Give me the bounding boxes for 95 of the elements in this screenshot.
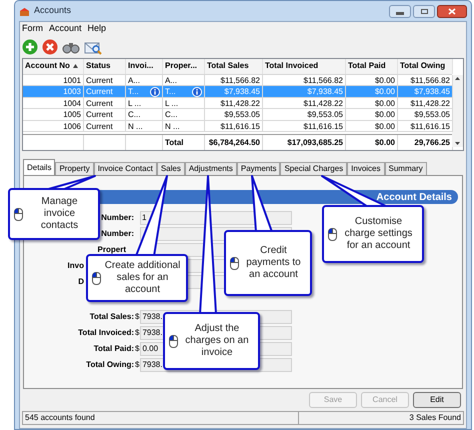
- callout-text: Adjust the charges on an invoice: [184, 323, 250, 359]
- menu-item[interactable]: Account: [49, 22, 82, 36]
- table-cell: N ...: [163, 120, 205, 132]
- field-label: Propert: [98, 244, 126, 256]
- column-header[interactable]: Account No: [23, 59, 84, 74]
- table-cell: L ...: [126, 98, 163, 110]
- info-icon[interactable]: [192, 87, 202, 98]
- column-header[interactable]: Status: [84, 59, 126, 74]
- table-row[interactable]: 1004 Current L ... L ... $11,428.22 $11,428.22 $0.00 $11,428.22: [23, 98, 452, 110]
- table-cell: $11,428.22: [263, 98, 346, 110]
- field-label: Number:: [101, 212, 134, 224]
- sort-ascending-icon: [72, 64, 78, 68]
- info-icon[interactable]: [150, 87, 160, 98]
- table-cell: Current: [84, 86, 126, 98]
- column-header[interactable]: Total Sales: [205, 59, 263, 74]
- field-label: Total Sales:: [90, 311, 134, 323]
- table-cell: Current: [84, 120, 126, 132]
- tab[interactable]: Details: [23, 159, 56, 175]
- table-cell: 1005: [23, 109, 84, 121]
- table-cell: 1006: [23, 120, 84, 132]
- menu-item[interactable]: Help: [88, 22, 106, 36]
- maximize-button[interactable]: [413, 4, 435, 18]
- total-cell: Total: [163, 135, 205, 150]
- status-text: 545 accounts found: [23, 412, 299, 424]
- table-cell: 1003: [23, 86, 84, 98]
- callout-text: Customise charge settings for an account: [344, 216, 414, 252]
- table-cell: $7,938.45: [205, 86, 263, 98]
- table-cell: $7,938.45: [263, 86, 346, 98]
- total-cell: $17,093,685.25: [263, 135, 346, 150]
- tab[interactable]: Property: [55, 162, 94, 175]
- table-cell: C...: [163, 109, 205, 121]
- status-text: 3 Sales Found: [408, 412, 462, 424]
- table-cell: $0.00: [346, 86, 398, 98]
- table-cell: $9,553.05: [263, 109, 346, 121]
- tab[interactable]: Invoice Contact: [94, 162, 157, 175]
- table-cell: $0.00: [346, 120, 398, 132]
- mouse-icon: [328, 228, 337, 240]
- column-header[interactable]: Invoi...: [126, 59, 163, 74]
- field-label: Total Owing:: [86, 359, 134, 371]
- table-cell: 1004: [23, 98, 84, 110]
- table-cell: $9,553.05: [205, 109, 263, 121]
- table-cell: T...: [163, 86, 205, 98]
- field-label: D: [78, 276, 84, 288]
- table-cell: $11,616.15: [263, 120, 346, 132]
- close-button[interactable]: [437, 4, 467, 18]
- scroll-down-icon[interactable]: [455, 142, 460, 145]
- callout-text: Create additional sales for an account: [104, 260, 182, 296]
- window-title: Accounts: [34, 4, 72, 18]
- field-label: Invo: [68, 260, 84, 272]
- table-cell: N ...: [126, 120, 163, 132]
- mouse-icon: [230, 256, 239, 270]
- table-cell: $0.00: [346, 109, 398, 121]
- currency-sign: $: [135, 327, 140, 339]
- table-cell: L ...: [163, 98, 205, 110]
- column-header[interactable]: Total Invoiced: [263, 59, 346, 74]
- tab[interactable]: Adjustments: [184, 162, 237, 175]
- table-cell: $11,616.15: [205, 120, 263, 132]
- mouse-icon: [14, 208, 23, 220]
- total-cell: $0.00: [346, 135, 398, 150]
- minimize-button[interactable]: [389, 4, 411, 18]
- tab[interactable]: Sales: [156, 162, 185, 175]
- table-cell: Current: [84, 98, 126, 110]
- scroll-up-icon[interactable]: [455, 77, 460, 80]
- binoculars-icon[interactable]: [62, 40, 80, 54]
- app-icon: [19, 6, 30, 16]
- table-cell: $11,428.22: [205, 98, 263, 110]
- table-cell: $0.00: [346, 98, 398, 110]
- tab[interactable]: Special Charges: [280, 162, 348, 175]
- table-cell: C...: [126, 109, 163, 121]
- total-cell: $6,784,264.50: [205, 135, 263, 150]
- mouse-icon: [169, 334, 178, 348]
- column-header[interactable]: Proper...: [163, 59, 205, 74]
- column-header[interactable]: Total Owing: [398, 59, 453, 74]
- menu-item[interactable]: Form: [22, 22, 43, 36]
- currency-sign: $: [135, 359, 140, 371]
- close-icon: [448, 8, 456, 14]
- currency-sign: $: [135, 311, 140, 323]
- tab[interactable]: Summary: [384, 162, 427, 175]
- field-label: Total Invoiced:: [78, 327, 134, 339]
- scrollbar[interactable]: [452, 75, 463, 147]
- field-label: Total Paid:: [94, 343, 134, 355]
- delete-icon[interactable]: [42, 39, 58, 55]
- table-cell: Current: [84, 109, 126, 121]
- column-header[interactable]: Total Paid: [346, 59, 398, 74]
- currency-sign: $: [135, 343, 140, 355]
- tab[interactable]: Payments: [236, 162, 280, 175]
- field-label: Number:: [101, 228, 134, 240]
- table-row[interactable]: 1005 Current C... C... $9,553.05 $9,553.05 $0.00 $9,553.05: [23, 109, 452, 121]
- form-button[interactable]: Edit: [413, 392, 461, 408]
- tab[interactable]: Invoices: [347, 162, 385, 175]
- mouse-icon: [92, 272, 101, 284]
- table-cell: T...: [126, 86, 163, 98]
- table-row[interactable]: 1006 Current N ... N ... $11,616.15 $11,616.15 $0.00 $11,616.15: [23, 120, 452, 132]
- add-icon[interactable]: [22, 39, 38, 55]
- callout-text: Credit payments to an account: [245, 245, 302, 281]
